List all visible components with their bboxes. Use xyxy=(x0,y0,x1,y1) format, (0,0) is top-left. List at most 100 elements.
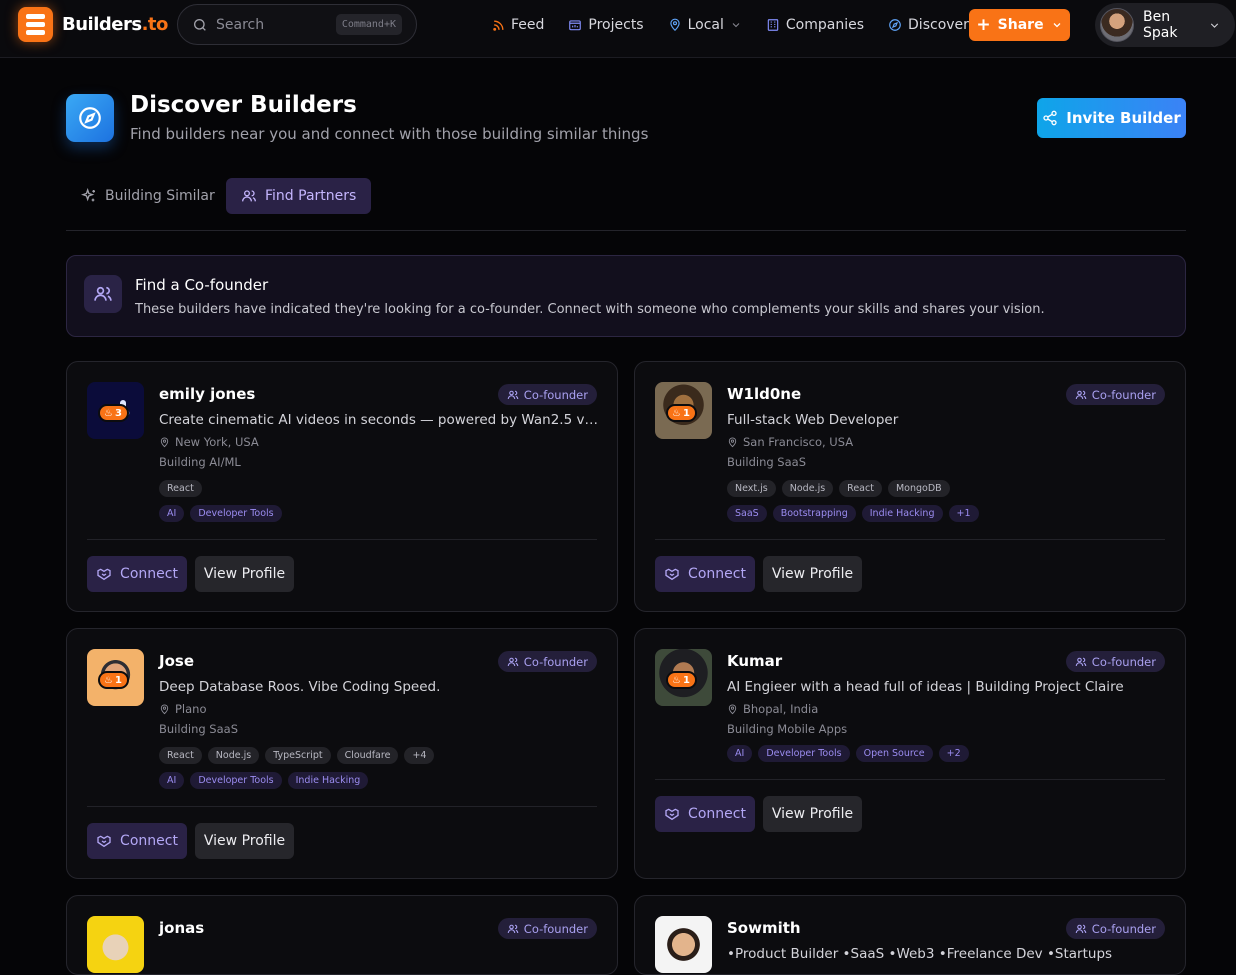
interest-tag: Open Source xyxy=(855,745,933,762)
interest-tag: Developer Tools xyxy=(190,772,282,789)
search-shortcut-hint: Command+K xyxy=(335,14,402,35)
connect-button[interactable]: Connect xyxy=(87,823,187,859)
view-profile-button[interactable]: View Profile xyxy=(195,556,294,592)
cofounder-badge: Co-founder xyxy=(1065,918,1165,939)
interest-tag: Developer Tools xyxy=(190,505,282,522)
streak-badge: ♨ 3 xyxy=(98,404,129,422)
search-bar[interactable]: Search Command+K xyxy=(177,4,417,45)
interest-tag: AI xyxy=(159,505,185,522)
nav-companies[interactable]: Companies xyxy=(754,9,876,41)
search-input[interactable]: Search xyxy=(216,17,336,33)
more-tags-chip[interactable]: +1 xyxy=(948,505,979,522)
page-subtitle: Find builders near you and connect with … xyxy=(130,125,649,143)
streak-badge: ♨ 1 xyxy=(666,671,697,689)
more-tags-chip[interactable]: +2 xyxy=(938,745,969,762)
users-icon xyxy=(507,657,519,666)
users-icon xyxy=(84,275,122,313)
tech-tag: Next.js xyxy=(727,480,776,497)
invite-builder-label: Invite Builder xyxy=(1066,109,1181,127)
tab-find-partners-label: Find Partners xyxy=(265,188,357,204)
nav-discover[interactable]: Discover xyxy=(876,9,981,41)
page-title: Discover Builders xyxy=(130,92,357,118)
builder-description: •Product Builder •SaaS •Web3 •Freelance … xyxy=(727,946,1113,962)
handshake-icon xyxy=(97,835,111,848)
tech-tag: React xyxy=(839,480,882,497)
users-icon xyxy=(1075,390,1087,399)
tech-tags: Next.js Node.js React MongoDB xyxy=(727,480,950,497)
interest-tags: SaaS Bootstrapping Indie Hacking +1 xyxy=(727,505,979,522)
builder-name[interactable]: Sowmith xyxy=(727,919,801,937)
flame-icon: ♨ xyxy=(104,407,113,419)
more-tech-chip[interactable]: +4 xyxy=(404,747,435,764)
builder-name[interactable]: W1ld0ne xyxy=(727,385,801,403)
chevron-down-icon xyxy=(1053,23,1061,28)
tech-tag: React xyxy=(159,747,202,764)
share-nodes-icon xyxy=(1043,110,1057,126)
nav-local[interactable]: Local xyxy=(656,9,754,41)
interest-tag: Bootstrapping xyxy=(772,505,856,522)
brand-logo[interactable]: Builders.to xyxy=(18,7,168,42)
tab-building-similar[interactable]: Building Similar xyxy=(66,178,230,214)
tech-tag: React xyxy=(159,480,202,497)
nav-feed[interactable]: Feed xyxy=(480,9,556,41)
users-icon xyxy=(1075,657,1087,666)
builder-category: Building AI/ML xyxy=(159,455,241,469)
card-divider xyxy=(655,539,1165,540)
view-profile-button[interactable]: View Profile xyxy=(763,796,862,832)
builder-card: ♨ 1 W1ld0ne Co-founder Full-stack Web Dev… xyxy=(634,361,1186,612)
builder-name[interactable]: Kumar xyxy=(727,652,782,670)
tab-find-partners[interactable]: Find Partners xyxy=(226,178,372,214)
card-divider xyxy=(87,806,597,807)
cofounder-badge: Co-founder xyxy=(1065,651,1165,672)
nav-discover-label: Discover xyxy=(908,17,969,33)
builder-category: Building SaaS xyxy=(159,722,239,736)
connect-button[interactable]: Connect xyxy=(655,796,755,832)
builder-location: New York, USA xyxy=(159,435,259,449)
users-icon xyxy=(1075,924,1087,933)
interest-tag: AI xyxy=(727,745,753,762)
share-button[interactable]: + Share xyxy=(969,9,1070,41)
map-pin-icon xyxy=(669,18,680,32)
view-profile-button[interactable]: View Profile xyxy=(763,556,862,592)
users-icon xyxy=(507,390,519,399)
streak-badge: ♨ 1 xyxy=(666,404,697,422)
flame-icon: ♨ xyxy=(672,407,681,419)
sparkles-icon xyxy=(81,188,95,202)
builder-card: ♨ 3 emily jones Co-founder Create cinemat… xyxy=(66,361,618,612)
builder-name[interactable]: emily jones xyxy=(159,385,255,403)
interest-tag: Indie Hacking xyxy=(287,772,369,789)
builder-category: Building SaaS xyxy=(727,455,807,469)
cofounder-badge: Co-founder xyxy=(1065,384,1165,405)
builder-name[interactable]: jonas xyxy=(159,919,204,937)
tech-tag: Node.js xyxy=(207,747,260,764)
map-pin-icon xyxy=(160,437,169,447)
brand-name: Builders.to xyxy=(62,14,168,35)
connect-button[interactable]: Connect xyxy=(87,556,187,592)
view-profile-button[interactable]: View Profile xyxy=(195,823,294,859)
building-icon xyxy=(767,19,779,31)
interest-tag: Developer Tools xyxy=(758,745,850,762)
avatar xyxy=(655,916,712,973)
plus-icon: + xyxy=(976,14,991,35)
flame-icon: ♨ xyxy=(104,674,113,686)
tech-tags: React Node.js TypeScript Cloudfare +4 xyxy=(159,747,435,764)
invite-builder-button[interactable]: Invite Builder xyxy=(1037,98,1186,138)
banner-text: These builders have indicated they're lo… xyxy=(135,302,1045,317)
tab-building-similar-label: Building Similar xyxy=(105,188,215,204)
share-label: Share xyxy=(997,17,1044,33)
tech-tag: MongoDB xyxy=(887,480,950,497)
banner-title: Find a Co-founder xyxy=(135,276,269,294)
nav-local-label: Local xyxy=(687,17,724,33)
cofounder-badge: Co-founder xyxy=(497,918,597,939)
connect-button[interactable]: Connect xyxy=(655,556,755,592)
user-menu[interactable]: Ben Spak xyxy=(1095,3,1235,47)
cofounder-badge: Co-founder xyxy=(497,651,597,672)
avatar xyxy=(87,916,144,973)
nav-projects[interactable]: Projects xyxy=(556,9,655,41)
map-pin-icon xyxy=(160,704,169,714)
map-pin-icon xyxy=(728,704,737,714)
builder-name[interactable]: Jose xyxy=(159,652,194,670)
interest-tag: SaaS xyxy=(727,505,767,522)
avatar xyxy=(1100,8,1134,42)
builder-card: Sowmith Co-founder •Product Builder •Saa… xyxy=(634,895,1186,975)
